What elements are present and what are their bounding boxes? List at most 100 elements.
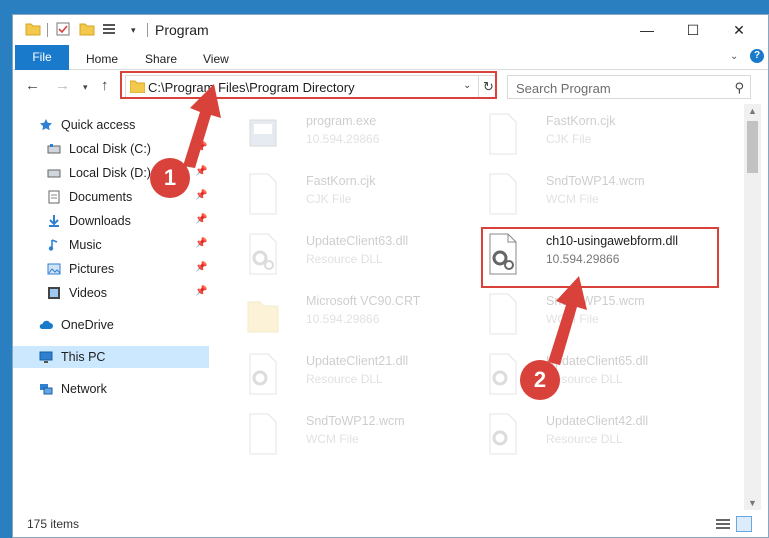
file-name: Microsoft VC90.CRT <box>306 294 421 308</box>
file-name: SndToWP14.wcm <box>546 174 645 188</box>
file-item[interactable]: UpdateClient65.dll Resource DLL <box>474 348 714 402</box>
disk-icon <box>47 169 61 178</box>
separator <box>147 23 148 37</box>
tab-home[interactable]: Home <box>76 48 128 70</box>
folder-icon <box>247 301 279 333</box>
sidebar-item-onedrive[interactable]: OneDrive <box>13 314 209 336</box>
download-icon <box>49 215 59 227</box>
scrollbar-thumb[interactable] <box>747 121 758 173</box>
sidebar-item-downloads[interactable]: Downloads 📌 <box>13 210 209 232</box>
file-item[interactable]: UpdateClient21.dll Resource DLL <box>234 348 474 402</box>
back-arrow-icon[interactable]: ← <box>25 77 40 94</box>
large-icons-view-icon[interactable] <box>736 516 752 532</box>
pin-icon[interactable]: 📌 <box>195 262 207 273</box>
close-button[interactable]: ✕ <box>716 15 762 45</box>
sidebar-item-label: Music <box>69 238 102 252</box>
file-type: 10.594.29866 <box>306 312 380 326</box>
file-item[interactable]: program.exe 10.594.29866 <box>234 108 474 162</box>
sidebar-item-label: Quick access <box>61 118 136 132</box>
tab-view[interactable]: View <box>193 48 239 70</box>
forward-arrow-icon[interactable]: → <box>55 77 70 94</box>
minimize-button[interactable]: ― <box>624 15 670 45</box>
file-type: CJK File <box>306 192 352 206</box>
generic-file-icon <box>489 113 517 155</box>
sidebar-item-videos[interactable]: Videos 📌 <box>13 282 209 304</box>
file-item[interactable]: SndToWP12.wcm WCM File <box>234 408 474 462</box>
file-name: UpdateClient65.dll <box>546 354 649 368</box>
sidebar-item-label: Downloads <box>69 214 131 228</box>
sidebar-item-pictures[interactable]: Pictures 📌 <box>13 258 209 280</box>
properties-check-icon[interactable] <box>55 21 71 37</box>
window-title: Program <box>155 22 209 38</box>
sidebar-item-label: This PC <box>61 350 106 364</box>
documents-icon <box>48 190 60 204</box>
file-item[interactable]: SndToWP14.wcm WCM File <box>474 168 714 222</box>
search-input[interactable]: Search Program ⚲ <box>507 75 751 99</box>
music-icon <box>48 239 58 251</box>
file-name: SndToWP15.wcm <box>546 294 645 308</box>
callout-badge-2: 2 <box>520 360 560 400</box>
disk-icon <box>47 144 61 154</box>
file-list: program.exe 10.594.29866 FastKorn.cjk CJ… <box>212 104 743 510</box>
maximize-button[interactable]: ☐ <box>670 15 716 45</box>
details-view-icon[interactable] <box>716 518 730 530</box>
file-type: WCM File <box>306 432 359 446</box>
dll-icon <box>489 353 517 395</box>
pin-icon[interactable]: 📌 <box>195 214 207 225</box>
sidebar-item-quick-access[interactable]: Quick access <box>13 114 209 136</box>
file-highlight <box>481 227 719 288</box>
file-name: UpdateClient21.dll <box>306 354 409 368</box>
tab-share[interactable]: Share <box>135 48 187 70</box>
file-item[interactable]: Microsoft VC90.CRT 10.594.29866 <box>234 288 474 342</box>
help-icon[interactable]: ? <box>750 49 764 63</box>
sidebar-item-label: OneDrive <box>61 318 114 332</box>
vertical-scrollbar[interactable]: ▲ ▼ <box>744 104 761 510</box>
file-type: WCM File <box>546 192 599 206</box>
recent-locations-icon[interactable]: ▾ <box>83 82 88 93</box>
file-type: 10.594.29866 <box>306 132 380 146</box>
file-type: Resource DLL <box>546 432 623 446</box>
file-name: FastKorn.cjk <box>546 114 616 128</box>
generic-file-icon <box>489 173 517 215</box>
folder-icon[interactable] <box>25 21 41 37</box>
up-arrow-icon[interactable]: ↑ <box>101 77 109 94</box>
file-type: CJK File <box>546 132 592 146</box>
search-icon[interactable]: ⚲ <box>734 80 744 96</box>
sidebar-item-network[interactable]: Network <box>13 378 209 400</box>
sidebar-item-music[interactable]: Music 📌 <box>13 234 209 256</box>
pin-icon[interactable]: 📌 <box>195 142 207 153</box>
quick-access-dropdown-icon[interactable]: ▾ <box>131 25 136 36</box>
file-item[interactable]: UpdateClient42.dll Resource DLL <box>474 408 714 462</box>
file-item[interactable]: UpdateClient63.dll Resource DLL <box>234 228 474 282</box>
file-type: WCM File <box>546 312 599 326</box>
file-item[interactable]: SndToWP15.wcm WCM File <box>474 288 714 342</box>
dll-icon <box>249 353 277 395</box>
generic-file-icon <box>249 173 277 215</box>
scroll-up-icon[interactable]: ▲ <box>748 106 757 116</box>
pin-icon[interactable]: 📌 <box>195 190 207 201</box>
file-item[interactable]: FastKorn.cjk CJK File <box>234 168 474 222</box>
pin-icon[interactable]: 📌 <box>195 286 207 297</box>
customize-icon[interactable] <box>101 21 117 37</box>
separator <box>47 23 48 37</box>
pin-icon[interactable]: 📌 <box>195 238 207 249</box>
pin-icon[interactable]: 📌 <box>195 166 207 177</box>
item-count: 175 items <box>27 517 80 531</box>
search-placeholder: Search Program <box>516 81 611 96</box>
sidebar-item-label: Local Disk (D:) <box>69 166 151 180</box>
sidebar-item-label: Videos <box>69 286 107 300</box>
scroll-down-icon[interactable]: ▼ <box>748 498 757 508</box>
expand-ribbon-icon[interactable]: ⌄ <box>730 51 738 62</box>
tab-file[interactable]: File <box>15 45 69 70</box>
cloud-icon <box>39 320 53 329</box>
sidebar-item-label: Documents <box>69 190 133 204</box>
new-folder-icon[interactable] <box>79 21 95 37</box>
file-item[interactable]: FastKorn.cjk CJK File <box>474 108 714 162</box>
computer-icon <box>39 351 53 363</box>
sidebar-item-local-disk-c[interactable]: Local Disk (C:) 📌 <box>13 138 209 160</box>
sidebar-item-this-pc[interactable]: This PC <box>13 346 209 368</box>
file-name: UpdateClient63.dll <box>306 234 409 248</box>
file-type: Resource DLL <box>306 372 383 386</box>
sidebar-item-label: Pictures <box>69 262 115 276</box>
file-name: program.exe <box>306 114 377 128</box>
